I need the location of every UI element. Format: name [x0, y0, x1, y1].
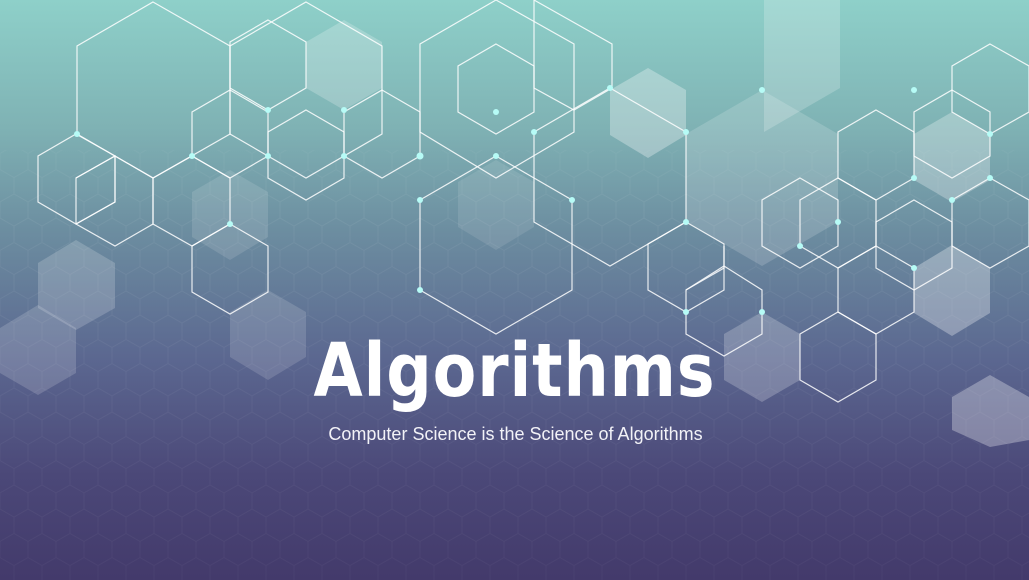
slide-subtitle: Computer Science is the Science of Algor…	[328, 424, 703, 444]
slide-title: Algorithms	[313, 328, 716, 414]
title-slide: Algorithms Computer Science is the Scien…	[0, 0, 1029, 580]
hexagon-network-background	[0, 0, 1029, 580]
